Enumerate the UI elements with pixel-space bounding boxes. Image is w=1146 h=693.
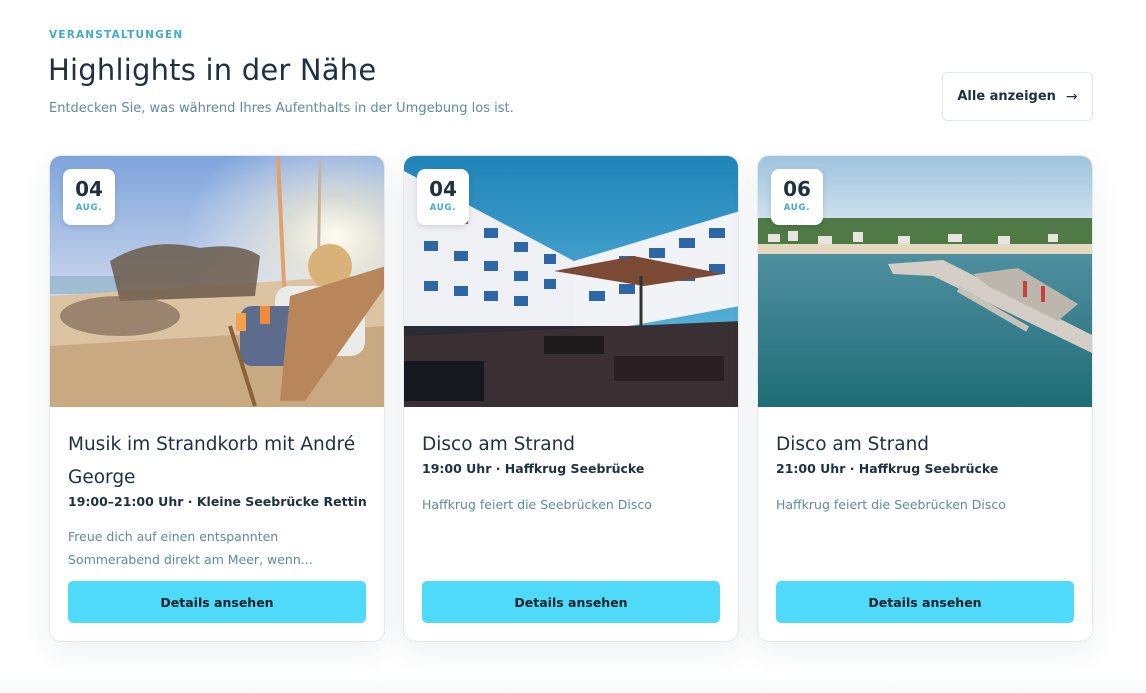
event-card-2[interactable]: 04 AUG. Disco am Strand 19:00 Uhr · Haff… [403,155,739,642]
date-month: AUG. [783,203,811,213]
show-all-button[interactable]: Alle anzeigen → [942,72,1093,121]
date-badge: 04 AUG. [417,169,469,225]
section-bottom-divider [0,680,1146,693]
event-card-1[interactable]: 04 AUG. Musik im Strandkorb mit André Ge… [49,155,385,642]
event-meta: 21:00 Uhr · Haffkrug Seebrücke [776,461,999,476]
section-subtitle: Entdecken Sie, was während Ihres Aufenth… [49,101,514,116]
event-title[interactable]: Disco am Strand [776,428,1076,461]
details-button[interactable]: Details ansehen [422,581,720,623]
date-month: AUG. [429,203,457,213]
event-meta: 19:00 Uhr · Haffkrug Seebrücke [422,461,645,476]
section-title: Highlights in der Nähe [48,53,377,87]
event-description: Freue dich auf einen entspannten Sommera… [68,529,313,567]
arrow-right-icon: → [1065,88,1078,105]
date-day: 04 [429,177,457,201]
details-button[interactable]: Details ansehen [776,581,1074,623]
date-month: AUG. [75,203,103,213]
event-meta: 19:00–21:00 Uhr · Kleine Seebrücke Retti… [68,494,367,509]
event-description: Haffkrug feiert die Seebrücken Disco [776,497,1006,512]
date-badge: 04 AUG. [63,169,115,225]
date-day: 04 [75,177,103,201]
show-all-label: Alle anzeigen [957,89,1056,104]
details-button[interactable]: Details ansehen [68,581,366,623]
event-card-3[interactable]: 06 AUG. Disco am Strand 21:00 Uhr · Haff… [757,155,1093,642]
event-title[interactable]: Musik im Strandkorb mit André George [68,428,368,494]
section-eyebrow: VERANSTALTUNGEN [49,29,184,41]
date-badge: 06 AUG. [771,169,823,225]
event-description: Haffkrug feiert die Seebrücken Disco [422,497,652,512]
event-title[interactable]: Disco am Strand [422,428,722,461]
date-day: 06 [783,177,811,201]
